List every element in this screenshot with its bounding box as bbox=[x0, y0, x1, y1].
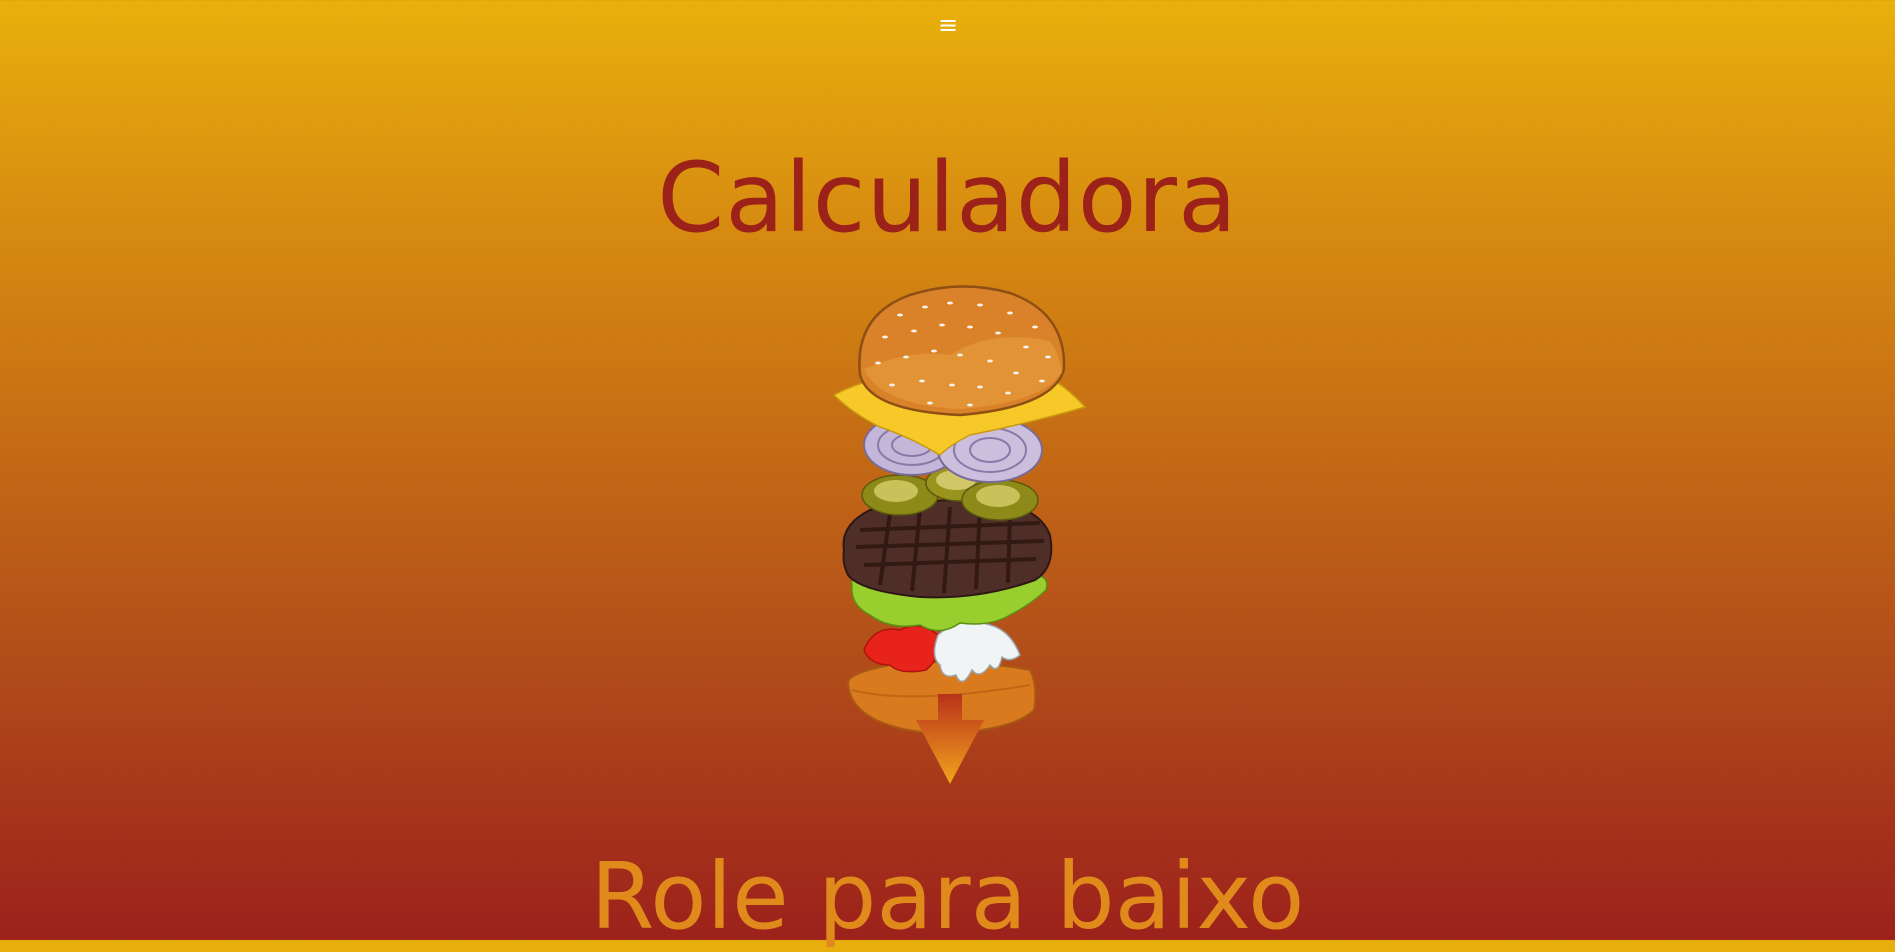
top-bun bbox=[858, 285, 1066, 417]
burger-illustration bbox=[832, 285, 1087, 735]
ketchup bbox=[863, 625, 940, 673]
page-title: Calculadora bbox=[657, 142, 1238, 254]
scroll-down-label: Role para baixo bbox=[590, 843, 1305, 950]
hamburger-menu-icon[interactable]: ≡ bbox=[937, 13, 959, 37]
arrow-down-icon[interactable] bbox=[914, 694, 986, 786]
